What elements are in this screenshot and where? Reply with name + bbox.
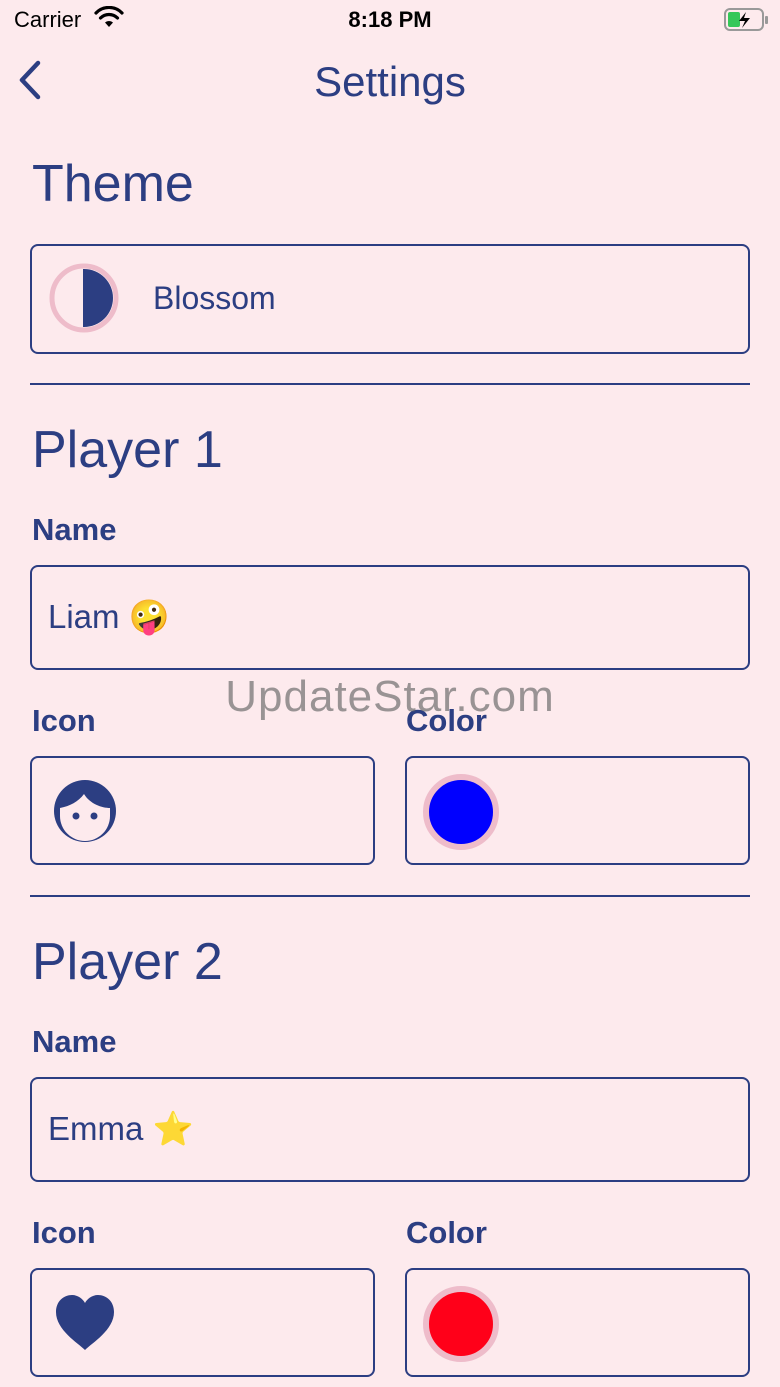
player1-color-picker[interactable] [405,756,750,865]
theme-selector[interactable]: Blossom [30,244,750,354]
player2-color-picker[interactable] [405,1268,750,1377]
player2-heading: Player 2 [32,933,223,991]
half-circle-icon [48,262,120,334]
watermark: UpdateStar.com [225,672,555,721]
player2-color-swatch [423,1286,499,1362]
player1-icon-picker[interactable] [30,756,375,865]
player2-name-value: Emma ⭐️ [48,1110,194,1147]
theme-name: Blossom [153,280,276,316]
page-title: Settings [314,58,466,105]
divider [30,383,750,385]
theme-heading: Theme [32,155,194,213]
player1-name-label: Name [32,512,117,547]
player1-color-swatch [423,774,499,850]
battery-icon [724,8,770,37]
heart-icon [52,1290,118,1356]
player1-name-field[interactable]: Liam 🤪 [30,565,750,670]
player2-icon-picker[interactable] [30,1268,375,1377]
status-bar: Carrier 8:18 PM [0,0,780,40]
navigation-bar: Settings [0,50,780,114]
divider [30,895,750,897]
player1-heading: Player 1 [32,421,223,479]
clock: 8:18 PM [348,7,432,32]
face-icon [52,778,118,844]
player2-color-label: Color [406,1215,487,1250]
player2-icon-label: Icon [32,1215,96,1250]
player1-name-value: Liam 🤪 [48,598,170,635]
player2-name-field[interactable]: Emma ⭐️ [30,1077,750,1182]
player2-name-label: Name [32,1024,117,1059]
